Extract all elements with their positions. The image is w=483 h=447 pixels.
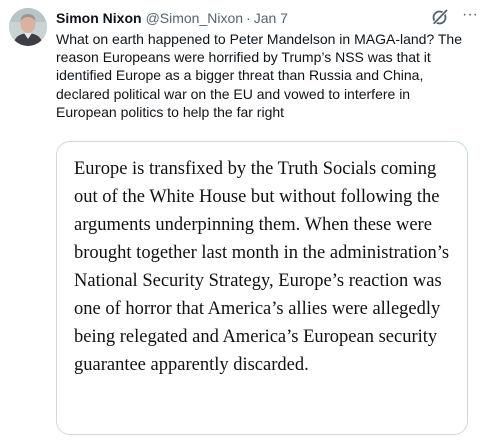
quote-card[interactable]: Europe is transfixed by the Truth Social… bbox=[56, 141, 468, 435]
more-icon[interactable]: ··· bbox=[461, 7, 479, 26]
tweet-date[interactable]: Jan 7 bbox=[254, 8, 288, 28]
separator-dot: · bbox=[246, 10, 251, 26]
grok-icon[interactable] bbox=[431, 8, 449, 26]
tweet-actions: ··· bbox=[431, 7, 479, 26]
author-name[interactable]: Simon Nixon bbox=[56, 8, 142, 28]
tweet-header: Simon Nixon @Simon_Nixon · Jan 7 bbox=[56, 8, 475, 28]
avatar-image bbox=[9, 8, 47, 46]
tweet-text: What on earth happened to Peter Mandelso… bbox=[56, 31, 462, 120]
quote-text: Europe is transfixed by the Truth Social… bbox=[74, 159, 450, 375]
author-handle[interactable]: @Simon_Nixon bbox=[146, 8, 243, 28]
avatar[interactable] bbox=[9, 8, 47, 46]
tweet[interactable]: Simon Nixon @Simon_Nixon · Jan 7 ··· Wha… bbox=[0, 0, 483, 447]
